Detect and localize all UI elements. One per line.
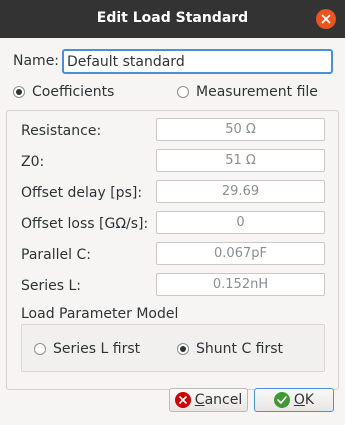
ok-button[interactable]: OK [254, 388, 334, 412]
load-model-title: Load Parameter Model [21, 306, 179, 322]
offset-loss-field[interactable]: 0 [156, 211, 325, 234]
z0-field[interactable]: 51 Ω [156, 149, 325, 172]
resistance-field[interactable]: 50 Ω [156, 118, 325, 141]
name-input[interactable] [62, 49, 333, 74]
shunt-c-first-option[interactable]: Shunt C first [177, 341, 317, 361]
offset-delay-field[interactable]: 29.69 [156, 180, 325, 203]
close-button[interactable] [316, 9, 336, 29]
series-l-first-option[interactable]: Series L first [34, 341, 164, 361]
shunt-c-first-radio[interactable] [177, 343, 189, 355]
shunt-c-first-label: Shunt C first [196, 341, 284, 357]
z0-label: Z0: [21, 154, 45, 170]
title-bar: Edit Load Standard [0, 0, 345, 38]
measurement-file-radio-option[interactable]: Measurement file [177, 84, 337, 104]
name-label: Name: [13, 53, 60, 69]
close-icon [321, 14, 331, 24]
ok-label: OK [293, 392, 315, 408]
resistance-label: Resistance: [21, 123, 102, 139]
coefficients-radio[interactable] [13, 86, 25, 98]
parallel-c-label: Parallel C: [21, 247, 91, 263]
coefficients-radio-option[interactable]: Coefficients [13, 84, 163, 104]
check-icon [273, 392, 290, 408]
series-l-first-radio[interactable] [34, 343, 46, 355]
cancel-icon [174, 392, 191, 408]
series-l-field[interactable]: 0.152nH [156, 273, 325, 296]
offset-loss-label: Offset loss [GΩ/s]: [21, 216, 149, 232]
cancel-button[interactable]: Cancel [169, 388, 248, 412]
measurement-file-radio[interactable] [177, 86, 189, 98]
coefficients-label: Coefficients [32, 84, 115, 100]
offset-delay-label: Offset delay [ps]: [21, 185, 143, 201]
cancel-label: Cancel [194, 392, 243, 408]
series-l-first-label: Series L first [53, 341, 141, 357]
parallel-c-field[interactable]: 0.067pF [156, 242, 325, 265]
series-l-label: Series L: [21, 278, 82, 294]
measurement-file-label: Measurement file [196, 84, 318, 100]
window-title: Edit Load Standard [96, 10, 249, 26]
